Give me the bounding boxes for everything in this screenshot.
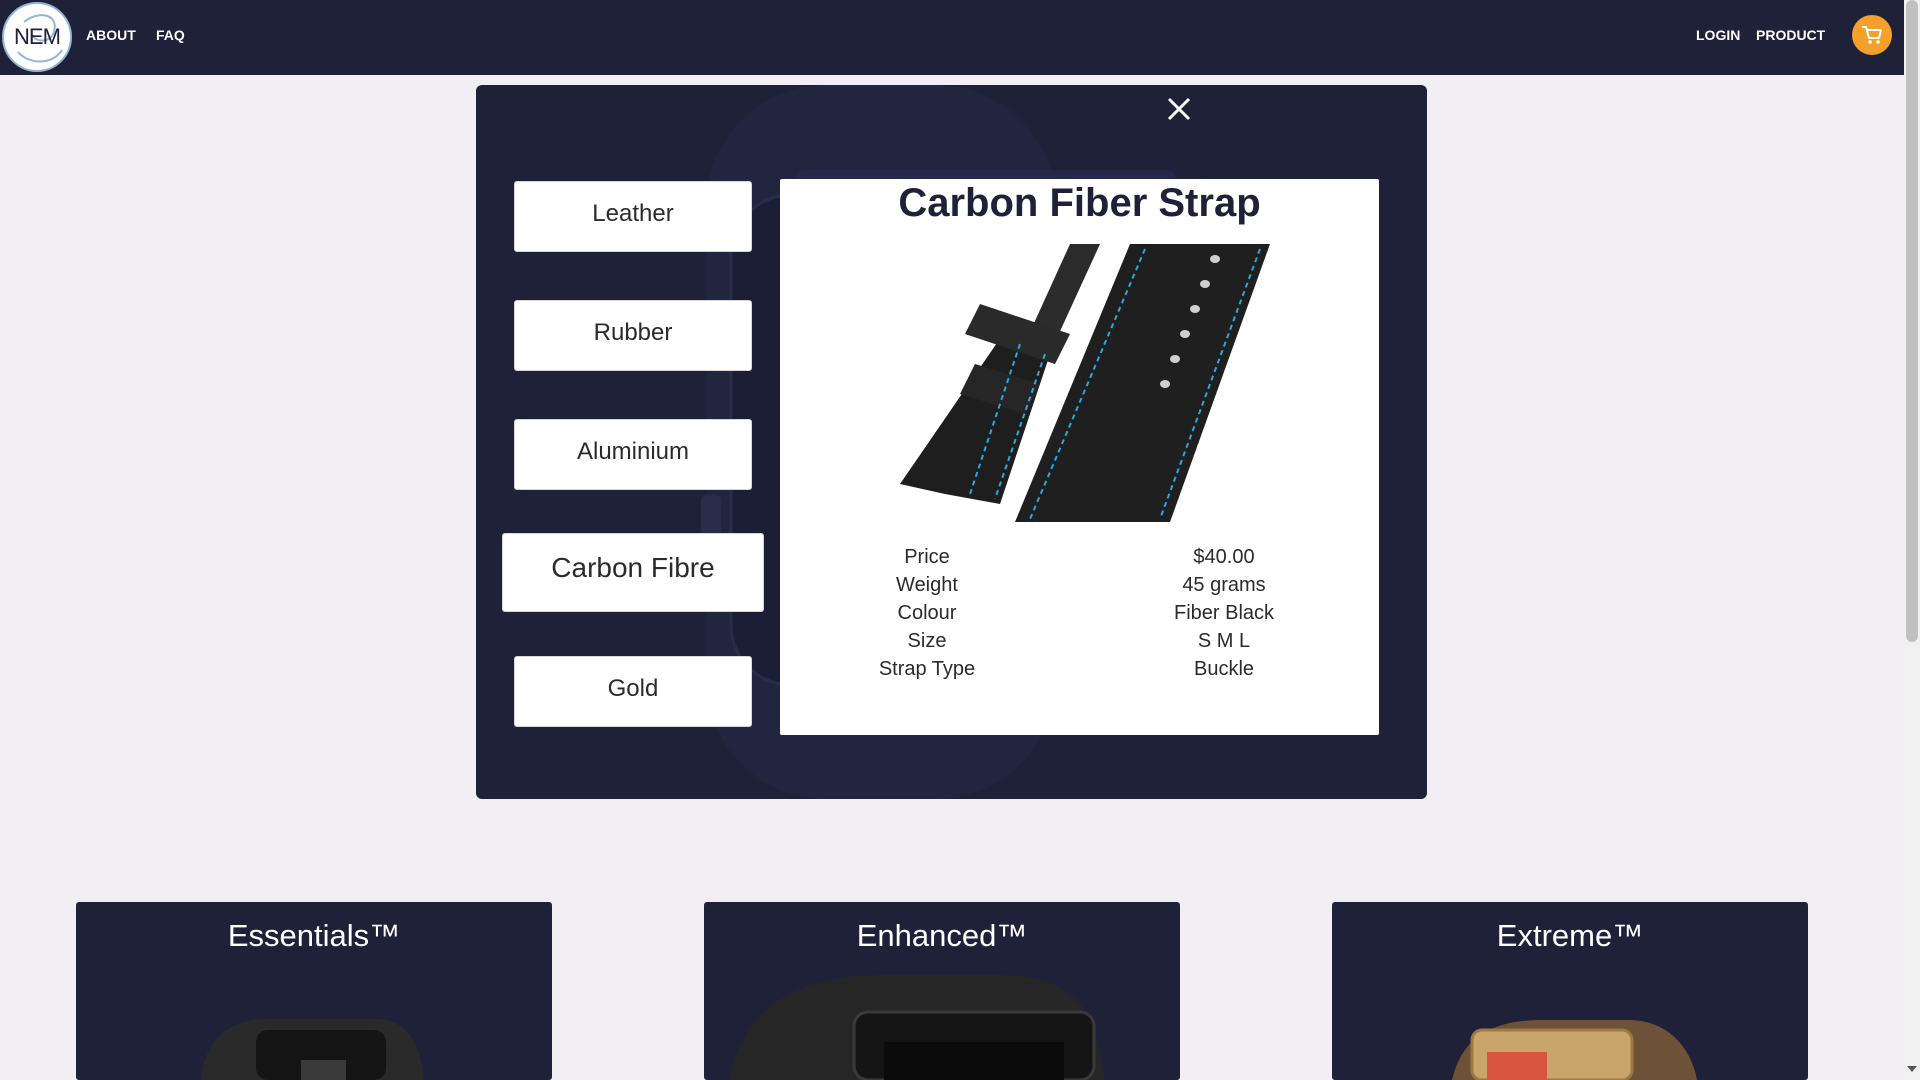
spec-value-strap-type: Buckle [1193,658,1255,680]
strap-detail-title: Carbon Fiber Strap [898,181,1261,225]
nav-faq-link[interactable]: FAQ [156,27,185,43]
nav-product-link[interactable]: PRODUCT [1756,27,1825,43]
logo-text: NEM [14,24,61,49]
carbon-strap-image [840,244,1319,522]
spec-label-colour: Colour [897,602,957,624]
extreme-watch-image [1452,1020,1697,1080]
product-card-extreme[interactable]: Extreme™ [1332,902,1808,1080]
product-card-enhanced[interactable]: Enhanced™ [704,902,1180,1080]
essentials-watch-image [201,1018,424,1080]
spec-label-weight: Weight [896,574,958,596]
scrollbar-thumb[interactable] [1906,0,1918,642]
strap-option-leather[interactable]: Leather [514,181,752,252]
spec-value-price: $40.00 [1193,546,1255,568]
close-modal-button[interactable] [1164,94,1194,124]
spec-label-strap-type: Strap Type [878,658,976,680]
spec-label-price: Price [904,546,950,568]
scroll-down-arrow-icon[interactable] [1907,1066,1917,1072]
cart-icon [1862,26,1882,44]
cart-button[interactable] [1852,15,1892,55]
nav-login-link[interactable]: LOGIN [1696,27,1740,43]
nem-logo[interactable]: NEM [2,2,72,72]
top-navbar: NEM ABOUT FAQ LOGIN PRODUCT [0,0,1904,75]
spec-label-size: Size [907,630,947,652]
nav-about-link[interactable]: ABOUT [86,27,136,43]
spec-value-size: S M L [1197,630,1251,652]
strap-option-rubber[interactable]: Rubber [514,300,752,371]
spec-value-colour: Fiber Black [1173,602,1275,624]
strap-option-carbon-fibre[interactable]: Carbon Fibre [502,533,764,612]
product-card-essentials[interactable]: Essentials™ [76,902,552,1080]
strap-option-gold[interactable]: Gold [514,656,752,727]
strap-option-aluminium[interactable]: Aluminium [514,419,752,490]
spec-value-weight: 45 grams [1182,574,1266,596]
close-icon [1167,97,1191,121]
enhanced-watch-image [729,975,1104,1080]
